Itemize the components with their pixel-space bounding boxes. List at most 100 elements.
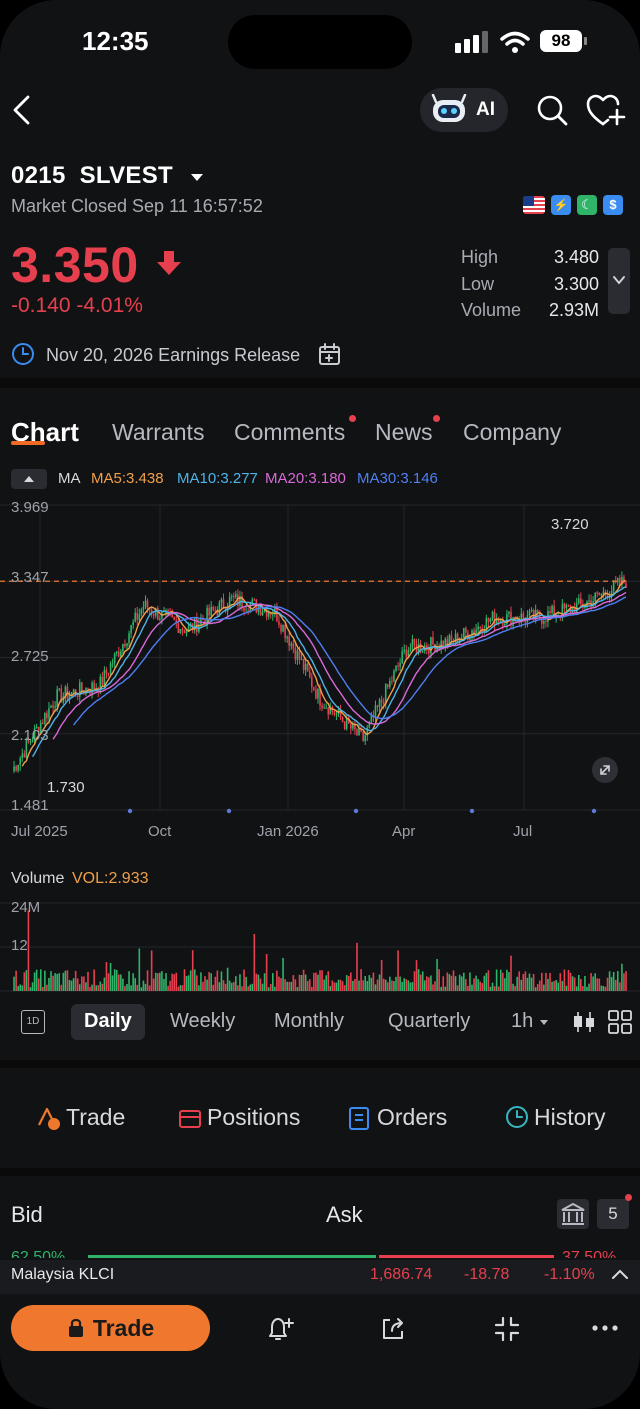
period-interval-select[interactable]: 1h bbox=[511, 1010, 549, 1033]
period-weekly[interactable]: Weekly bbox=[170, 1010, 235, 1033]
tab-active-indicator bbox=[11, 441, 45, 445]
ma-label: MA bbox=[58, 470, 81, 487]
add-watchlist-heart-icon[interactable] bbox=[586, 94, 626, 128]
volume-bar bbox=[308, 979, 311, 991]
candle-body bbox=[594, 592, 596, 602]
tab-news[interactable]: News bbox=[375, 419, 433, 446]
share-icon[interactable] bbox=[380, 1316, 406, 1342]
x-tick-label: Jan 2026 bbox=[257, 823, 319, 840]
candle-body bbox=[13, 766, 15, 772]
candle-body bbox=[271, 614, 274, 616]
volume-bar bbox=[317, 974, 319, 991]
candle-body bbox=[335, 713, 338, 715]
volume-bar bbox=[33, 972, 36, 991]
period-monthly[interactable]: Monthly bbox=[274, 1010, 344, 1033]
volume-bar bbox=[288, 981, 291, 991]
volume-bar bbox=[152, 978, 155, 991]
volume-bar bbox=[337, 979, 340, 991]
volume-bar bbox=[520, 979, 523, 991]
chevron-up-icon[interactable] bbox=[611, 1268, 629, 1280]
layout-grid-icon[interactable] bbox=[608, 1010, 632, 1034]
volume-bar bbox=[625, 971, 627, 991]
price-chart[interactable] bbox=[0, 495, 640, 820]
volume-bar bbox=[169, 980, 171, 991]
tab-history[interactable]: History bbox=[534, 1104, 606, 1131]
candle-body bbox=[56, 689, 58, 707]
volume-bar bbox=[241, 986, 243, 991]
volume-bar bbox=[621, 963, 623, 991]
tab-trade[interactable]: Trade bbox=[66, 1104, 125, 1131]
candle-body bbox=[616, 578, 619, 583]
candle-body bbox=[261, 611, 264, 616]
y-tick-label: 3.969 bbox=[11, 499, 49, 516]
candle-body bbox=[115, 651, 118, 654]
tab-orders[interactable]: Orders bbox=[377, 1104, 447, 1131]
candle-body bbox=[362, 731, 364, 742]
volume-bar bbox=[91, 984, 93, 991]
tab-company[interactable]: Company bbox=[463, 419, 561, 446]
volume-bar bbox=[216, 970, 219, 991]
collapse-arrows-icon[interactable] bbox=[494, 1316, 520, 1342]
candle-body bbox=[311, 676, 313, 688]
candle-body bbox=[212, 606, 215, 611]
period-quarterly[interactable]: Quarterly bbox=[388, 1010, 470, 1033]
search-icon[interactable] bbox=[536, 94, 568, 126]
candle-body bbox=[17, 764, 19, 771]
candle-body bbox=[243, 607, 245, 611]
earnings-release[interactable]: Nov 20, 2026 Earnings Release bbox=[46, 345, 300, 366]
candle-body bbox=[302, 659, 305, 670]
ai-assistant-button[interactable]: AI bbox=[420, 88, 508, 132]
volume-bar bbox=[140, 987, 143, 991]
calendar-add-icon[interactable] bbox=[318, 343, 342, 367]
candle-body bbox=[76, 695, 79, 697]
candle-body bbox=[596, 592, 599, 594]
stock-ticker[interactable]: 0215 SLVEST bbox=[11, 162, 204, 190]
trade-button[interactable]: Trade bbox=[11, 1305, 210, 1351]
back-arrow-icon[interactable] bbox=[10, 94, 34, 126]
volume-bar bbox=[290, 981, 293, 991]
volume-bar bbox=[358, 980, 360, 991]
tab-warrants[interactable]: Warrants bbox=[112, 419, 204, 446]
period-daily[interactable]: Daily bbox=[84, 1010, 132, 1033]
candlestick-type-icon[interactable] bbox=[572, 1010, 596, 1034]
volume-bar bbox=[545, 972, 547, 991]
tab-positions[interactable]: Positions bbox=[207, 1104, 300, 1131]
candle-body bbox=[321, 705, 323, 708]
volume-bar bbox=[421, 971, 424, 991]
section-divider bbox=[0, 1168, 640, 1176]
more-options-icon[interactable] bbox=[592, 1324, 618, 1332]
volume-bar bbox=[304, 974, 307, 991]
fullscreen-chart-button[interactable] bbox=[592, 757, 618, 783]
candle-body bbox=[504, 624, 506, 626]
volume-bar bbox=[335, 982, 338, 991]
candle-body bbox=[325, 707, 327, 709]
volume-bar bbox=[44, 970, 46, 991]
volume-bar bbox=[483, 975, 486, 991]
volume-bar bbox=[487, 970, 490, 991]
collapse-indicators-button[interactable] bbox=[11, 469, 47, 489]
volume-bar bbox=[616, 971, 619, 991]
price-down-arrow-icon bbox=[157, 251, 181, 275]
expand-stats-button[interactable] bbox=[608, 248, 630, 314]
volume-bar bbox=[432, 984, 434, 991]
volume-bar bbox=[532, 973, 535, 991]
volume-bar bbox=[138, 948, 141, 991]
tab-comments[interactable]: Comments bbox=[234, 419, 345, 446]
intraday-1d-button[interactable]: 1D bbox=[21, 1010, 45, 1034]
volume-bar bbox=[389, 976, 391, 991]
volume-bar bbox=[516, 976, 518, 991]
volume-bar bbox=[298, 974, 301, 991]
price-alert-bell-icon[interactable] bbox=[266, 1316, 294, 1342]
volume-bar bbox=[378, 974, 381, 991]
exchange-bank-icon[interactable] bbox=[557, 1199, 589, 1229]
volume-bar bbox=[614, 979, 617, 991]
depth-levels-button[interactable]: 5 bbox=[597, 1199, 629, 1229]
volume-bar bbox=[66, 970, 69, 991]
volume-bar bbox=[19, 984, 22, 991]
volume-bar bbox=[60, 984, 63, 991]
volume-bar bbox=[128, 971, 130, 991]
volume-bar bbox=[350, 972, 352, 991]
lock-icon bbox=[68, 1318, 83, 1337]
candle-body bbox=[142, 606, 145, 610]
ma20-value: MA20:3.180 bbox=[265, 470, 346, 487]
